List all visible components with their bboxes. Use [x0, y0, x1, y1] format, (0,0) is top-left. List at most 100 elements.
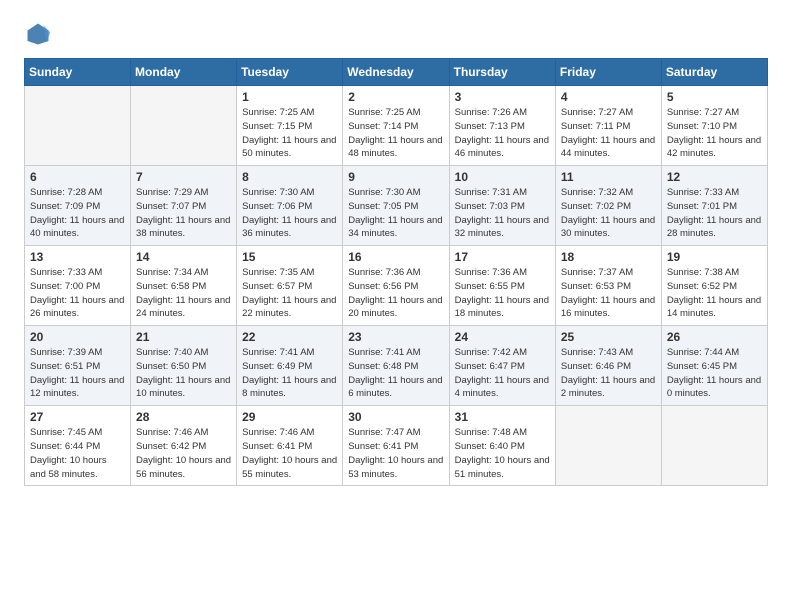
day-number: 3 [455, 90, 550, 104]
day-number: 21 [136, 330, 231, 344]
calendar-cell: 25 Sunrise: 7:43 AM Sunset: 6:46 PM Dayli… [555, 326, 661, 406]
day-info: Sunrise: 7:39 AM Sunset: 6:51 PM Dayligh… [30, 346, 125, 401]
day-number: 20 [30, 330, 125, 344]
calendar-cell: 24 Sunrise: 7:42 AM Sunset: 6:47 PM Dayli… [449, 326, 555, 406]
day-number: 8 [242, 170, 337, 184]
calendar-week-row: 20 Sunrise: 7:39 AM Sunset: 6:51 PM Dayli… [25, 326, 768, 406]
day-number: 19 [667, 250, 762, 264]
calendar-cell [661, 406, 767, 486]
calendar-cell: 10 Sunrise: 7:31 AM Sunset: 7:03 PM Dayli… [449, 166, 555, 246]
calendar-cell: 26 Sunrise: 7:44 AM Sunset: 6:45 PM Dayli… [661, 326, 767, 406]
calendar-cell: 23 Sunrise: 7:41 AM Sunset: 6:48 PM Dayli… [343, 326, 449, 406]
calendar-cell: 5 Sunrise: 7:27 AM Sunset: 7:10 PM Daylig… [661, 86, 767, 166]
calendar-cell: 8 Sunrise: 7:30 AM Sunset: 7:06 PM Daylig… [237, 166, 343, 246]
day-info: Sunrise: 7:36 AM Sunset: 6:56 PM Dayligh… [348, 266, 443, 321]
day-info: Sunrise: 7:43 AM Sunset: 6:46 PM Dayligh… [561, 346, 656, 401]
day-number: 16 [348, 250, 443, 264]
column-header-wednesday: Wednesday [343, 59, 449, 86]
day-info: Sunrise: 7:28 AM Sunset: 7:09 PM Dayligh… [30, 186, 125, 241]
day-info: Sunrise: 7:27 AM Sunset: 7:10 PM Dayligh… [667, 106, 762, 161]
day-info: Sunrise: 7:45 AM Sunset: 6:44 PM Dayligh… [30, 426, 125, 481]
calendar-week-row: 6 Sunrise: 7:28 AM Sunset: 7:09 PM Daylig… [25, 166, 768, 246]
column-header-tuesday: Tuesday [237, 59, 343, 86]
day-info: Sunrise: 7:30 AM Sunset: 7:06 PM Dayligh… [242, 186, 337, 241]
calendar-cell: 18Sunrise: 7:37 AM Sunset: 6:53 PM Dayli… [555, 246, 661, 326]
day-number: 7 [136, 170, 231, 184]
calendar-cell: 27 Sunrise: 7:45 AM Sunset: 6:44 PM Dayli… [25, 406, 131, 486]
day-info: Sunrise: 7:33 AM Sunset: 7:00 PM Dayligh… [30, 266, 125, 321]
calendar-cell: 9Sunrise: 7:30 AM Sunset: 7:05 PM Daylig… [343, 166, 449, 246]
calendar-cell: 29 Sunrise: 7:46 AM Sunset: 6:41 PM Dayli… [237, 406, 343, 486]
calendar-cell: 17Sunrise: 7:36 AM Sunset: 6:55 PM Dayli… [449, 246, 555, 326]
day-info: Sunrise: 7:31 AM Sunset: 7:03 PM Dayligh… [455, 186, 550, 241]
day-number: 14 [136, 250, 231, 264]
calendar-cell: 28 Sunrise: 7:46 AM Sunset: 6:42 PM Dayli… [131, 406, 237, 486]
calendar-week-row: 13 Sunrise: 7:33 AM Sunset: 7:00 PM Dayli… [25, 246, 768, 326]
day-info: Sunrise: 7:47 AM Sunset: 6:41 PM Dayligh… [348, 426, 443, 481]
day-info: Sunrise: 7:38 AM Sunset: 6:52 PM Dayligh… [667, 266, 762, 321]
day-info: Sunrise: 7:41 AM Sunset: 6:49 PM Dayligh… [242, 346, 337, 401]
day-info: Sunrise: 7:25 AM Sunset: 7:15 PM Dayligh… [242, 106, 337, 161]
day-number: 4 [561, 90, 656, 104]
day-number: 28 [136, 410, 231, 424]
calendar-cell: 4 Sunrise: 7:27 AM Sunset: 7:11 PM Daylig… [555, 86, 661, 166]
day-number: 2 [348, 90, 443, 104]
day-info: Sunrise: 7:33 AM Sunset: 7:01 PM Dayligh… [667, 186, 762, 241]
day-number: 30 [348, 410, 443, 424]
calendar-cell: 6 Sunrise: 7:28 AM Sunset: 7:09 PM Daylig… [25, 166, 131, 246]
day-info: Sunrise: 7:34 AM Sunset: 6:58 PM Dayligh… [136, 266, 231, 321]
calendar-cell: 15 Sunrise: 7:35 AM Sunset: 6:57 PM Dayli… [237, 246, 343, 326]
calendar-cell: 19 Sunrise: 7:38 AM Sunset: 6:52 PM Dayli… [661, 246, 767, 326]
day-info: Sunrise: 7:42 AM Sunset: 6:47 PM Dayligh… [455, 346, 550, 401]
day-number: 31 [455, 410, 550, 424]
calendar-header-row: SundayMondayTuesdayWednesdayThursdayFrid… [25, 59, 768, 86]
page-header [24, 20, 768, 48]
day-info: Sunrise: 7:40 AM Sunset: 6:50 PM Dayligh… [136, 346, 231, 401]
calendar-cell: 30 Sunrise: 7:47 AM Sunset: 6:41 PM Dayli… [343, 406, 449, 486]
calendar-cell: 1 Sunrise: 7:25 AM Sunset: 7:15 PM Daylig… [237, 86, 343, 166]
column-header-monday: Monday [131, 59, 237, 86]
calendar-cell [555, 406, 661, 486]
calendar-cell: 13 Sunrise: 7:33 AM Sunset: 7:00 PM Dayli… [25, 246, 131, 326]
day-number: 5 [667, 90, 762, 104]
calendar-cell: 16 Sunrise: 7:36 AM Sunset: 6:56 PM Dayli… [343, 246, 449, 326]
day-number: 26 [667, 330, 762, 344]
column-header-friday: Friday [555, 59, 661, 86]
column-header-thursday: Thursday [449, 59, 555, 86]
calendar-table: SundayMondayTuesdayWednesdayThursdayFrid… [24, 58, 768, 486]
day-number: 10 [455, 170, 550, 184]
day-number: 27 [30, 410, 125, 424]
day-info: Sunrise: 7:41 AM Sunset: 6:48 PM Dayligh… [348, 346, 443, 401]
calendar-week-row: 27 Sunrise: 7:45 AM Sunset: 6:44 PM Dayli… [25, 406, 768, 486]
day-info: Sunrise: 7:36 AM Sunset: 6:55 PM Dayligh… [455, 266, 550, 321]
day-info: Sunrise: 7:37 AM Sunset: 6:53 PM Dayligh… [561, 266, 656, 321]
day-number: 15 [242, 250, 337, 264]
day-info: Sunrise: 7:26 AM Sunset: 7:13 PM Dayligh… [455, 106, 550, 161]
day-number: 11 [561, 170, 656, 184]
calendar-cell: 22Sunrise: 7:41 AM Sunset: 6:49 PM Dayli… [237, 326, 343, 406]
day-info: Sunrise: 7:46 AM Sunset: 6:42 PM Dayligh… [136, 426, 231, 481]
day-number: 6 [30, 170, 125, 184]
logo [24, 20, 56, 48]
day-info: Sunrise: 7:25 AM Sunset: 7:14 PM Dayligh… [348, 106, 443, 161]
day-info: Sunrise: 7:44 AM Sunset: 6:45 PM Dayligh… [667, 346, 762, 401]
day-info: Sunrise: 7:35 AM Sunset: 6:57 PM Dayligh… [242, 266, 337, 321]
calendar-cell: 11Sunrise: 7:32 AM Sunset: 7:02 PM Dayli… [555, 166, 661, 246]
day-number: 9 [348, 170, 443, 184]
day-number: 1 [242, 90, 337, 104]
calendar-cell: 12 Sunrise: 7:33 AM Sunset: 7:01 PM Dayli… [661, 166, 767, 246]
day-info: Sunrise: 7:48 AM Sunset: 6:40 PM Dayligh… [455, 426, 550, 481]
day-number: 12 [667, 170, 762, 184]
day-number: 13 [30, 250, 125, 264]
day-number: 25 [561, 330, 656, 344]
day-info: Sunrise: 7:46 AM Sunset: 6:41 PM Dayligh… [242, 426, 337, 481]
calendar-cell: 7Sunrise: 7:29 AM Sunset: 7:07 PM Daylig… [131, 166, 237, 246]
calendar-week-row: 1 Sunrise: 7:25 AM Sunset: 7:15 PM Daylig… [25, 86, 768, 166]
calendar-cell: 31 Sunrise: 7:48 AM Sunset: 6:40 PM Dayli… [449, 406, 555, 486]
day-number: 29 [242, 410, 337, 424]
day-number: 23 [348, 330, 443, 344]
calendar-cell: 21 Sunrise: 7:40 AM Sunset: 6:50 PM Dayli… [131, 326, 237, 406]
column-header-sunday: Sunday [25, 59, 131, 86]
day-number: 24 [455, 330, 550, 344]
day-info: Sunrise: 7:27 AM Sunset: 7:11 PM Dayligh… [561, 106, 656, 161]
